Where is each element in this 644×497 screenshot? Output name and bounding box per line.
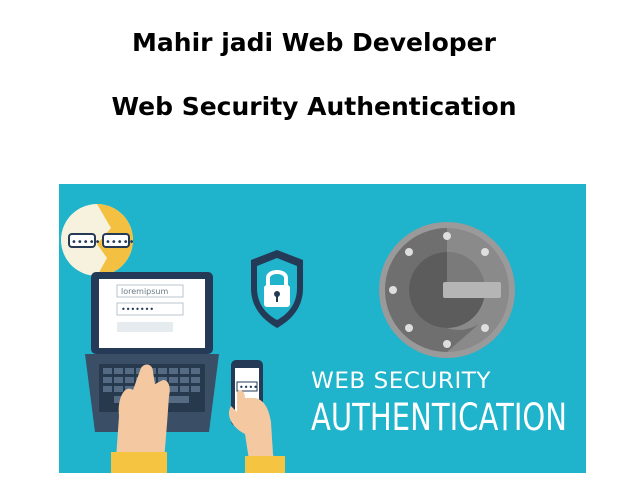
page-subtitle: Web Security Authentication bbox=[111, 92, 517, 121]
web-security-banner: ••••• ••••• loremipsum ••••••• •••• WEB … bbox=[59, 184, 586, 473]
caption-web-security: WEB SECURITY bbox=[311, 369, 491, 394]
phone-mask: •••• bbox=[239, 383, 258, 392]
bubble-mask-left: ••••• bbox=[71, 237, 101, 248]
caption-authentication: AUTHENTICATION bbox=[311, 396, 567, 439]
page-title: Mahir jadi Web Developer bbox=[132, 28, 496, 57]
password-field: ••••••• bbox=[121, 305, 154, 314]
bubble-mask-right: ••••• bbox=[105, 237, 135, 248]
authenticator-logo-icon bbox=[379, 222, 515, 358]
username-field: loremipsum bbox=[121, 287, 168, 296]
